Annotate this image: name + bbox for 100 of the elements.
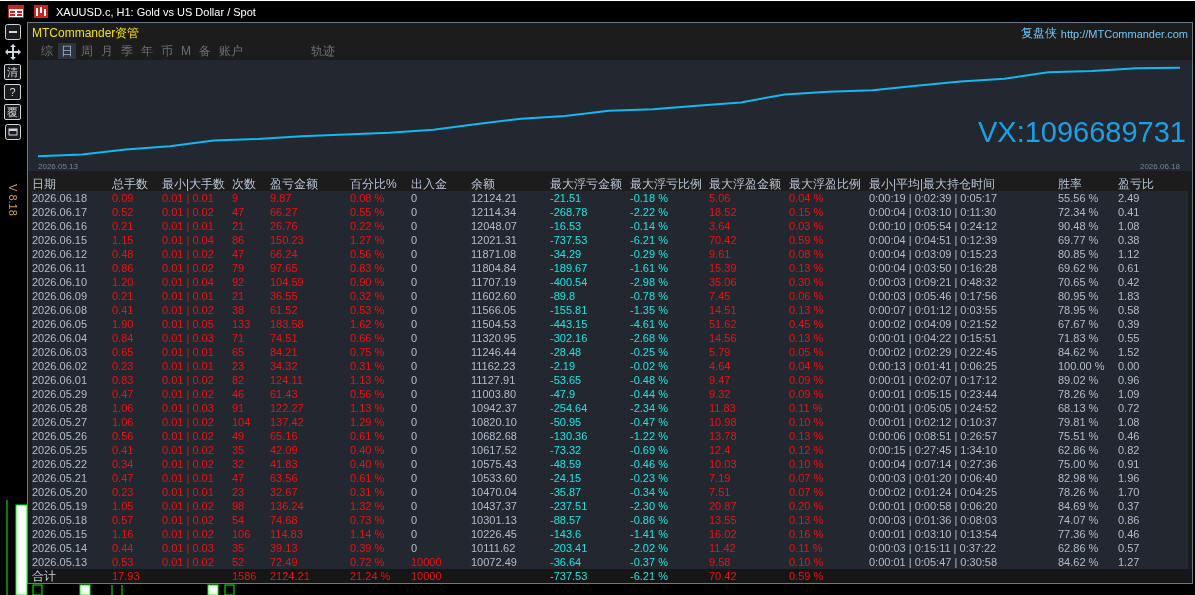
table-cell-text: 75.00 % (1058, 457, 1100, 471)
minimize-icon[interactable] (4, 24, 21, 40)
column-header: 最小|大手数 (162, 177, 227, 191)
column-header: 日期 (32, 177, 57, 191)
table-cell-text: 10226.45 (471, 527, 518, 541)
total-cell: 21.24 % (350, 570, 391, 582)
table-cell-text: 0.01 | 0.02 (162, 373, 215, 387)
window-icon[interactable] (4, 124, 21, 140)
table-cell-text: 0:00:19 | 0:02:39 | 0:05:17 (869, 191, 999, 205)
table-cell-text: 2026.06.09 (32, 289, 89, 303)
table-cell-text: 1.14 % (350, 527, 386, 541)
period-tab[interactable]: 年 (138, 43, 156, 60)
period-tab[interactable]: 周 (78, 43, 96, 60)
table-cell-text: 62.86 % (1058, 541, 1100, 555)
period-tab[interactable]: 轨迹 (308, 43, 338, 60)
period-tab[interactable]: 账户 (216, 43, 246, 60)
table-cell-text: -0.69 % (630, 443, 669, 457)
menu-icon[interactable] (8, 5, 24, 18)
table-cell-text: 0 (411, 429, 419, 443)
table-cell-text: 2026.06.02 (32, 359, 89, 373)
table-cell-text: 1.08 (1118, 415, 1141, 429)
table-cell-text: 0.40 % (350, 457, 386, 471)
period-tab[interactable]: 备 (196, 43, 214, 60)
table-cell-text: 10533.60 (471, 471, 518, 485)
table-cell-text: 2026.06.18 (32, 191, 89, 205)
period-tab[interactable]: 币 (158, 43, 176, 60)
table-cell-text: 0.08 % (789, 247, 825, 261)
table-cell-text: 80.95 % (1058, 289, 1100, 303)
table-cell-text: 0.91 (1118, 457, 1141, 471)
table-cell-text: -0.14 % (630, 219, 669, 233)
move-icon[interactable] (4, 44, 21, 60)
table-cell-text: 0.21 (112, 289, 135, 303)
column-header: 胜率 (1058, 177, 1083, 191)
table-cell-text: 1.52 (1118, 345, 1141, 359)
table-cell-text: 106 (232, 527, 252, 541)
table-cell-text: 0.39 % (350, 541, 386, 555)
toolbar-button[interactable]: ? (4, 84, 21, 100)
table-cell-text: 14.56 (709, 331, 738, 345)
table-cell-text: 32.67 (270, 485, 299, 499)
period-tab[interactable]: 日 (58, 43, 76, 60)
table-cell-text: 0.07 % (789, 485, 825, 499)
table-cell-text: 2026.06.12 (32, 247, 89, 261)
table-cell-text: 69.77 % (1058, 233, 1100, 247)
table-cell-text: 0.46 (1118, 527, 1141, 541)
table-cell-text: 13.78 (709, 429, 738, 443)
column-header: 总手数 (112, 177, 149, 191)
table-cell-text: 2026.06.11 (32, 261, 88, 275)
table-cell-text: 70.42 (709, 233, 738, 247)
website-link[interactable]: http://MTCommander.com (1060, 27, 1188, 40)
table-cell-text: 10.98 (709, 415, 738, 429)
table-cell-text: 0.01 | 0.03 (162, 331, 215, 345)
table-cell-text: 0:00:01 | 0:00:58 | 0:06:20 (869, 499, 999, 513)
table-cell-text: 0.22 % (350, 219, 386, 233)
table-cell-text: -0.34 % (630, 485, 669, 499)
table-cell-text: 0:00:02 | 0:04:09 | 0:21:52 (869, 317, 999, 331)
total-cell: 合计 (32, 569, 56, 583)
table-cell-text: 12.4 (709, 443, 732, 457)
table-cell-text: 0.13 % (789, 303, 825, 317)
period-tab[interactable]: M (178, 43, 194, 60)
period-tab[interactable]: 季 (118, 43, 136, 60)
table-cell-text: 12124.21 (471, 191, 518, 205)
table-cell-text: -24.15 (550, 471, 583, 485)
table-cell-text: -130.36 (550, 429, 589, 443)
table-cell-text: 55.56 % (1058, 191, 1100, 205)
table-cell-text: 0.01 | 0.02 (162, 415, 215, 429)
table-cell-text: 11504.53 (471, 317, 518, 331)
table-cell-text: 84.21 (270, 345, 299, 359)
table-cell-text: 1.62 % (350, 317, 386, 331)
table-cell-text: 2026.06.03 (32, 345, 89, 359)
table-cell-text: 16.02 (709, 527, 738, 541)
column-header: 出入金 (411, 177, 448, 191)
table-cell-text: 1.13 % (350, 373, 386, 387)
period-tab[interactable]: 月 (98, 43, 116, 60)
brand-title: MTCommander资管 (32, 25, 140, 43)
table-cell-text: 11871.08 (471, 247, 518, 261)
table-cell-text: 0:00:04 | 0:03:50 | 0:16:28 (869, 261, 999, 275)
table-cell-text: 0 (411, 359, 419, 373)
table-cell-text: 10682.68 (471, 429, 518, 443)
toolbar-button[interactable]: 清 (4, 64, 21, 80)
period-tab[interactable]: 综 (38, 43, 56, 60)
table-cell-text: 2026.06.04 (32, 331, 89, 345)
table-cell-text: 0.72 % (350, 555, 386, 569)
table-cell-text: 2026.05.27 (32, 415, 89, 429)
table-cell-text: 67.67 % (1058, 317, 1100, 331)
table-cell-text: 0.11 % (789, 401, 824, 415)
table-cell-text: -0.02 % (630, 359, 669, 373)
table-cell-text: -88.57 (550, 513, 583, 527)
table-cell-text: 0 (411, 275, 419, 289)
table-cell-text: 0.05 % (789, 345, 825, 359)
table-cell-text: -0.44 % (630, 387, 669, 401)
table-cell-text: 74.07 % (1058, 513, 1100, 527)
table-cell-text: 133 (232, 317, 252, 331)
table-cell-text: -143.6 (550, 527, 583, 541)
toolbar-button[interactable]: 覆 (4, 104, 21, 120)
table-cell-text: 0.38 (1118, 233, 1141, 247)
table-cell-text: 0.72 (1118, 401, 1141, 415)
table-cell-text: 0:00:07 | 0:01:12 | 0:03:55 (869, 303, 999, 317)
table-cell-text: 0.00 (1118, 359, 1141, 373)
table-cell-text: 71 (232, 331, 246, 345)
column-header: 次数 (232, 177, 257, 191)
